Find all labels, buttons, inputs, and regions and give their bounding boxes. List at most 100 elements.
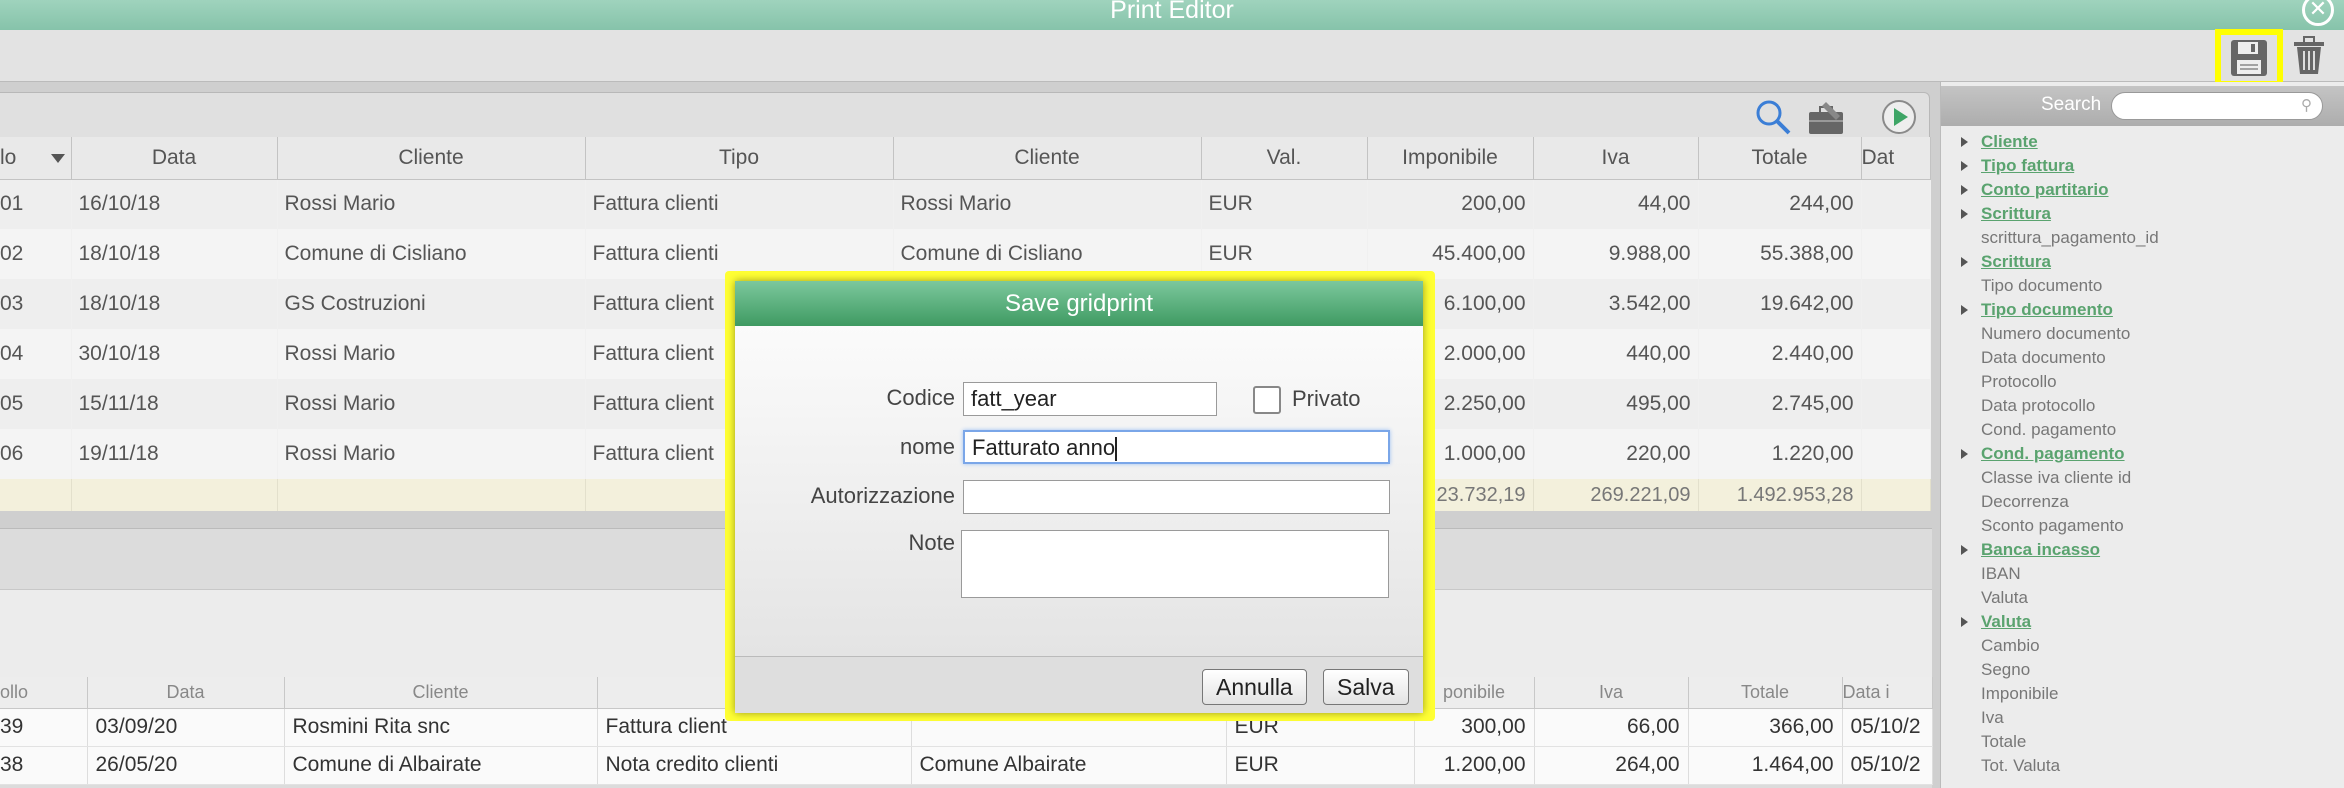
tree-item[interactable]: Scrittura — [1951, 202, 2341, 226]
col-header-protocollo[interactable]: ollo — [0, 677, 88, 709]
close-icon[interactable]: ✕ — [2302, 0, 2334, 26]
total-iva: 269.221,09 — [1533, 479, 1699, 511]
expand-triangle-icon[interactable] — [1961, 449, 1968, 459]
trash-icon[interactable] — [2292, 36, 2326, 76]
tree-item[interactable]: Tipo documento — [1951, 274, 2341, 298]
col-header-data-2[interactable]: Data i — [1842, 677, 1933, 709]
tree-item[interactable]: Scrittura — [1951, 250, 2341, 274]
col-header-cliente[interactable]: Cliente — [277, 137, 586, 180]
expand-triangle-icon[interactable] — [1961, 257, 1968, 267]
col-header-data[interactable]: Data — [71, 137, 278, 180]
toolbox-icon[interactable] — [1806, 98, 1846, 136]
tree-item[interactable]: Sconto pagamento — [1951, 514, 2341, 538]
tree-item[interactable]: Numero documento — [1951, 322, 2341, 346]
table-row[interactable]: 38 26/05/20 Comune di Albairate Nota cre… — [0, 746, 1933, 785]
tree-item[interactable]: Totale — [1951, 730, 2341, 754]
play-icon[interactable] — [1880, 98, 1918, 136]
cell: Rosmini Rita snc — [284, 708, 598, 747]
expand-triangle-icon[interactable] — [1961, 185, 1968, 195]
cell: 38 — [0, 746, 88, 785]
cell: Nota credito clienti — [597, 746, 912, 785]
sidebar-search-bar: Search ⚲ — [1941, 86, 2344, 126]
search-label: Search — [2041, 94, 2102, 115]
col-header-iva[interactable]: Iva — [1534, 677, 1689, 709]
note-label: Note — [908, 530, 955, 555]
col-header-totale[interactable]: Totale — [1688, 677, 1843, 709]
cell: 1.220,00 — [1698, 429, 1862, 479]
save-button[interactable]: Salva — [1323, 669, 1409, 705]
expand-triangle-icon[interactable] — [1961, 137, 1968, 147]
tree-item[interactable]: Protocollo — [1951, 370, 2341, 394]
tree-item[interactable]: Tipo fattura — [1951, 154, 2341, 178]
tree-item[interactable]: Conto partitario — [1951, 178, 2341, 202]
col-header-cliente-2[interactable]: Cliente — [893, 137, 1202, 180]
cell — [1861, 279, 1931, 329]
window-title: Print Editor — [1110, 0, 1234, 24]
cell: 26/05/20 — [87, 746, 285, 785]
expand-triangle-icon[interactable] — [1961, 161, 1968, 171]
cell: 66,00 — [1534, 708, 1689, 747]
tree-item[interactable]: Cliente — [1951, 130, 2341, 154]
col-header-imponibile[interactable]: Imponibile — [1367, 137, 1534, 180]
cell — [1861, 329, 1931, 379]
col-header-iva[interactable]: Iva — [1533, 137, 1699, 180]
tree-item[interactable]: Data protocollo — [1951, 394, 2341, 418]
cell: 1.200,00 — [1414, 746, 1535, 785]
privato-checkbox[interactable] — [1253, 386, 1281, 414]
codice-input[interactable]: fatt_year — [963, 382, 1217, 416]
search-icon[interactable] — [1754, 98, 1792, 136]
tree-item[interactable]: Tipo documento — [1951, 298, 2341, 322]
col-header-totale[interactable]: Totale — [1698, 137, 1862, 180]
cell: EUR — [1226, 746, 1415, 785]
cancel-button[interactable]: Annulla — [1202, 669, 1307, 705]
tree-item[interactable]: Valuta — [1951, 586, 2341, 610]
tree-item[interactable]: Cambio — [1951, 634, 2341, 658]
col-header-protocollo[interactable]: lo — [0, 137, 72, 180]
save-button[interactable] — [2215, 29, 2283, 87]
top-toolbar — [0, 30, 2344, 82]
tree-item[interactable]: Valuta — [1951, 610, 2341, 634]
tree-item[interactable]: Decorrenza — [1951, 490, 2341, 514]
col-header-cliente[interactable]: Cliente — [284, 677, 598, 709]
expand-triangle-icon[interactable] — [1961, 305, 1968, 315]
cell: 03/09/20 — [87, 708, 285, 747]
col-header-data[interactable]: Data — [87, 677, 285, 709]
sort-desc-icon[interactable] — [50, 154, 65, 163]
expand-triangle-icon[interactable] — [1961, 545, 1968, 555]
tree-item[interactable]: Cond. pagamento — [1951, 442, 2341, 466]
tree-item[interactable]: Cond. pagamento — [1951, 418, 2341, 442]
tree-item[interactable]: IBAN — [1951, 562, 2341, 586]
tree-item[interactable]: Imponibile — [1951, 682, 2341, 706]
nome-input[interactable]: Fatturato anno — [963, 430, 1390, 464]
cell: 9.988,00 — [1533, 229, 1699, 279]
autorizzazione-input[interactable] — [963, 480, 1390, 514]
cell: 05/10/2 — [1842, 746, 1933, 785]
cell: EUR — [1201, 179, 1368, 229]
cell: GS Costruzioni — [277, 279, 586, 329]
tree-item[interactable]: Tot. Valuta — [1951, 754, 2341, 778]
tree-item[interactable]: Data documento — [1951, 346, 2341, 370]
tree-item[interactable]: Banca incasso — [1951, 538, 2341, 562]
note-textarea[interactable] — [961, 530, 1389, 598]
cell: 55.388,00 — [1698, 229, 1862, 279]
table-row[interactable]: 01 16/10/18 Rossi Mario Fattura clienti … — [0, 179, 1931, 229]
cell: Rossi Mario — [277, 379, 586, 429]
cell — [1861, 229, 1931, 279]
col-header-data-2[interactable]: Dat — [1861, 137, 1931, 180]
tree-item[interactable]: scrittura_pagamento_id — [1951, 226, 2341, 250]
col-header-valuta[interactable]: Val. — [1201, 137, 1368, 180]
cell: 16/10/18 — [71, 179, 278, 229]
cell: 220,00 — [1533, 429, 1699, 479]
cell: 04 — [0, 329, 72, 379]
tree-item[interactable]: Iva — [1951, 706, 2341, 730]
expand-triangle-icon[interactable] — [1961, 617, 1968, 627]
tree-item[interactable]: Classe iva cliente id — [1951, 466, 2341, 490]
tree-item[interactable]: Segno — [1951, 658, 2341, 682]
col-header-tipo[interactable]: Tipo — [585, 137, 894, 180]
sidebar-search-input[interactable]: ⚲ — [2111, 92, 2323, 120]
dialog-footer: Annulla Salva — [735, 656, 1423, 713]
cell: 05/10/2 — [1842, 708, 1933, 747]
grid-header: lo Data Cliente Tipo Cliente Val. Imponi… — [0, 137, 1931, 180]
cell: 30/10/18 — [71, 329, 278, 379]
expand-triangle-icon[interactable] — [1961, 209, 1968, 219]
